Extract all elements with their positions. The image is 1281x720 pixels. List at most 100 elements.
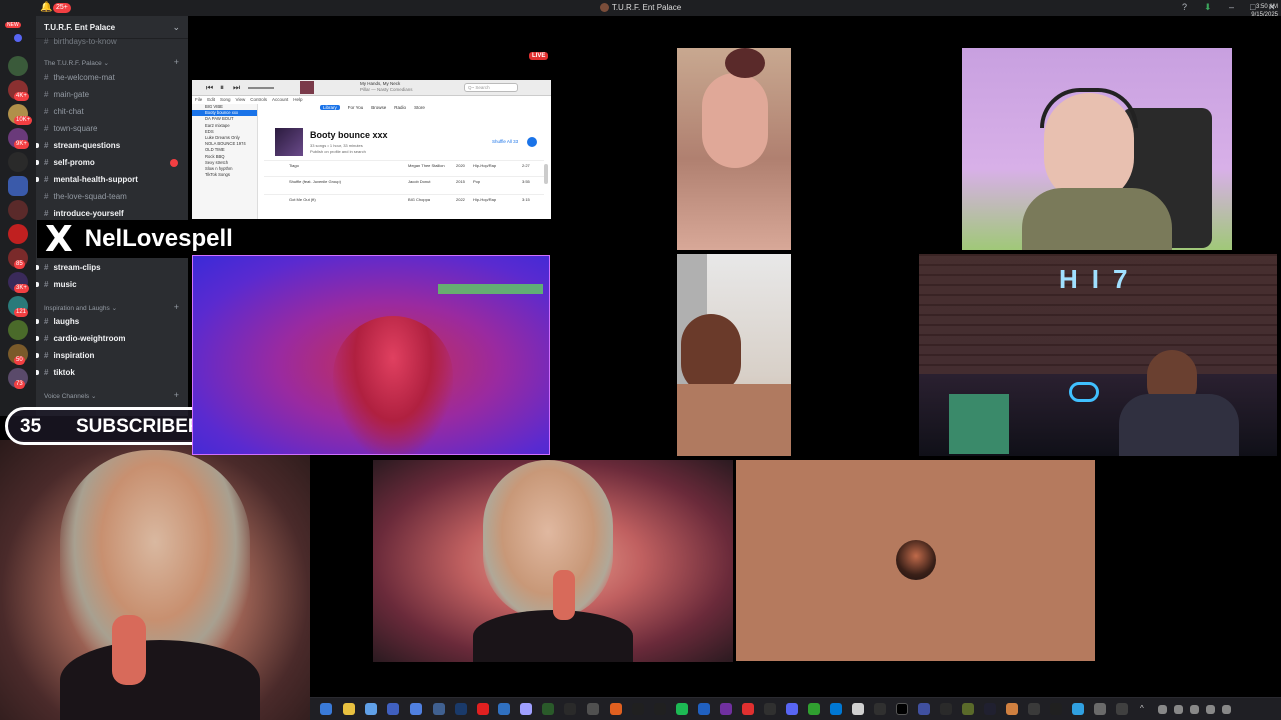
app-icon[interactable] xyxy=(520,703,532,715)
channel-item[interactable]: # birthdays-to-know xyxy=(44,37,117,46)
chrome-icon[interactable] xyxy=(852,703,864,715)
volume-slider[interactable] xyxy=(248,87,274,89)
app-icon[interactable] xyxy=(1050,703,1062,715)
app-icon[interactable] xyxy=(720,703,732,715)
tray-icon[interactable] xyxy=(1158,705,1167,714)
discord-icon[interactable] xyxy=(786,703,798,715)
app-icon[interactable] xyxy=(1028,703,1040,715)
tab-radio[interactable]: Radio xyxy=(394,105,406,110)
search-input[interactable]: Q~ Search xyxy=(464,83,518,92)
server-icon[interactable] xyxy=(8,56,28,76)
server-icon[interactable] xyxy=(14,34,22,42)
previous-icon[interactable]: ⏮ xyxy=(206,83,213,93)
app-icon[interactable] xyxy=(387,703,399,715)
tab-browse[interactable]: Browse xyxy=(371,105,386,110)
channel-item[interactable]: # the-welcome-mat xyxy=(44,73,115,82)
channel-item[interactable]: # inspiration xyxy=(44,351,94,360)
app-icon[interactable] xyxy=(1072,703,1084,715)
channel-item[interactable]: # town-square xyxy=(44,124,97,133)
tiktok-icon[interactable] xyxy=(896,703,908,715)
playlist-publish[interactable]: Publish on profile and in search xyxy=(310,149,366,154)
scrollbar[interactable] xyxy=(544,164,548,184)
app-icon[interactable] xyxy=(654,703,666,715)
app-icon[interactable] xyxy=(610,703,622,715)
track-row[interactable]: Shuffle (feat. Juvenile Group) Jacob Don… xyxy=(264,176,544,188)
capcut-icon[interactable] xyxy=(874,703,886,715)
server-icon[interactable] xyxy=(8,320,28,340)
server-icon[interactable] xyxy=(8,224,28,244)
pause-icon[interactable]: ⏸ xyxy=(220,83,224,93)
server-name[interactable]: T.U.R.F. Ent Palace xyxy=(44,23,115,32)
app-icon[interactable] xyxy=(498,703,510,715)
channel-item[interactable]: # stream-clips xyxy=(44,263,101,272)
menu-item[interactable]: Controls xyxy=(250,97,267,102)
channel-item[interactable]: # chit-chat xyxy=(44,107,84,116)
shuffle-all-link[interactable]: Shuffle All 33 xyxy=(492,139,518,144)
menu-item[interactable]: Song xyxy=(220,97,231,102)
menu-item[interactable]: Account xyxy=(272,97,288,102)
app-icon[interactable] xyxy=(742,703,754,715)
channel-item[interactable]: # stream-questions xyxy=(44,141,120,150)
add-channel-icon[interactable]: + xyxy=(174,390,179,400)
add-channel-icon[interactable]: + xyxy=(174,57,179,67)
channel-item[interactable]: # tiktok xyxy=(44,368,75,377)
cloud-icon[interactable] xyxy=(365,703,377,715)
download-icon[interactable]: ⬇ xyxy=(1204,2,1212,13)
channel-item[interactable]: # self-promo xyxy=(44,158,95,167)
app-icon[interactable] xyxy=(940,703,952,715)
spotify-icon[interactable] xyxy=(676,703,688,715)
app-icon[interactable] xyxy=(564,703,576,715)
app-icon[interactable] xyxy=(410,703,422,715)
app-icon[interactable] xyxy=(962,703,974,715)
app-icon[interactable] xyxy=(587,703,599,715)
next-icon[interactable]: ⏭ xyxy=(233,83,240,93)
playlist-item[interactable]: TikTok Songs xyxy=(192,172,257,178)
tab-store[interactable]: Store xyxy=(414,105,425,110)
tab-library[interactable]: Library xyxy=(320,105,340,110)
app-icon[interactable] xyxy=(1094,703,1106,715)
tray-chevron-icon[interactable]: ^ xyxy=(1140,704,1144,713)
more-icon[interactable] xyxy=(527,137,537,147)
channel-item[interactable]: # mental-health-support xyxy=(44,175,138,184)
channel-item[interactable]: # music xyxy=(44,280,77,289)
app-icon[interactable] xyxy=(984,703,996,715)
folder-icon[interactable] xyxy=(343,703,355,715)
channel-item[interactable]: # introduce-yourself xyxy=(44,209,124,218)
app-icon[interactable] xyxy=(764,703,776,715)
app-icon[interactable] xyxy=(1116,703,1128,715)
channel-item[interactable]: # the-love-squad-team xyxy=(44,192,127,201)
tab-for-you[interactable]: For You xyxy=(348,105,364,110)
app-icon[interactable] xyxy=(808,703,820,715)
app-icon[interactable] xyxy=(542,703,554,715)
steam-icon[interactable] xyxy=(455,703,467,715)
edge-icon[interactable] xyxy=(830,703,842,715)
menu-item[interactable]: File xyxy=(195,97,202,102)
tray-icon[interactable] xyxy=(1190,705,1199,714)
server-icon[interactable] xyxy=(8,176,28,196)
channel-item[interactable]: # cardio-weightroom xyxy=(44,334,125,343)
category-header[interactable]: Inspiration and Laughs ⌄ xyxy=(44,304,117,312)
category-header[interactable]: Voice Channels ⌄ xyxy=(44,392,96,400)
chevron-down-icon[interactable]: ⌄ xyxy=(172,22,180,33)
app-icon[interactable] xyxy=(698,703,710,715)
help-icon[interactable]: ? xyxy=(1182,2,1187,12)
channel-item[interactable]: # laughs xyxy=(44,317,79,326)
youtube-icon[interactable] xyxy=(477,703,489,715)
menu-item[interactable]: View xyxy=(236,97,246,102)
tray-icon[interactable] xyxy=(1222,705,1231,714)
track-row[interactable]: Tiago Megan Thee Stallion 2020 Hip-Hop/R… xyxy=(264,160,544,172)
app-icon[interactable] xyxy=(1006,703,1018,715)
server-icon[interactable] xyxy=(8,152,28,172)
menu-item[interactable]: Help xyxy=(293,97,302,102)
app-icon[interactable] xyxy=(918,703,930,715)
menu-item[interactable]: Edit xyxy=(207,97,215,102)
app-icon[interactable] xyxy=(632,703,644,715)
app-icon[interactable] xyxy=(320,703,332,715)
channel-item[interactable]: # main-gate xyxy=(44,90,89,99)
tray-icon[interactable] xyxy=(1206,705,1215,714)
tray-icon[interactable] xyxy=(1174,705,1183,714)
clock[interactable]: 3:50 AM 9/15/2025 xyxy=(1232,3,1278,19)
track-row[interactable]: Got Me Out (ft) BIG Choppa 2022 Hip-Hop/… xyxy=(264,194,544,206)
add-channel-icon[interactable]: + xyxy=(174,302,179,312)
server-icon[interactable] xyxy=(8,200,28,220)
